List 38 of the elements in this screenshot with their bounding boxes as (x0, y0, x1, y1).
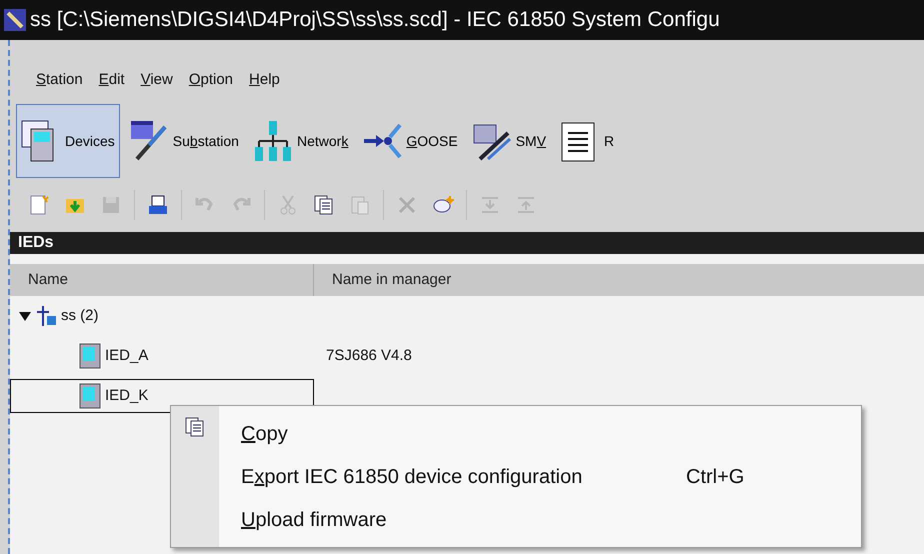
table-cell: 7SJ686 V4.8 (326, 347, 412, 364)
tree-row[interactable]: IED_A (10, 339, 314, 373)
save-icon (100, 194, 122, 216)
menu-item[interactable]: Station (30, 68, 89, 92)
printer-icon (147, 194, 169, 216)
panel-title: IEDs (18, 233, 54, 253)
menu-item[interactable]: View (134, 68, 179, 92)
menu-item[interactable]: Upload firmware (171, 498, 861, 541)
window-title: ss [C:\Siemens\DIGSI4\D4Proj\SS\ss\ss.scd] - IEC 61850 System Configu (30, 7, 720, 34)
move-down-icon (479, 194, 501, 216)
column-header[interactable]: Name (10, 264, 314, 296)
device-icon (79, 383, 101, 409)
menu-item[interactable]: Copy (171, 412, 861, 455)
view-tab[interactable]: R (555, 104, 620, 178)
view-tab[interactable]: Substation (124, 104, 244, 178)
menu-item[interactable]: Export IEC 61850 device configuration Ctrl+G (171, 455, 861, 498)
delete-icon (396, 194, 418, 216)
new-file-icon (28, 194, 50, 216)
tree-label: ss (2) (61, 306, 98, 326)
move-up-icon (515, 194, 537, 216)
view-tab[interactable]: SMV (466, 104, 552, 178)
device-icon (79, 343, 101, 369)
app-icon (4, 9, 26, 31)
menu-item[interactable]: Help (243, 68, 286, 92)
expand-icon[interactable] (19, 310, 31, 322)
column-header[interactable]: Name in manager (314, 264, 924, 296)
copy-icon (184, 416, 206, 438)
network-icon (252, 119, 293, 163)
menu-item[interactable]: Edit (92, 68, 131, 92)
paste-icon (349, 194, 371, 216)
tree-label: IED_A (105, 346, 148, 366)
station-icon (35, 304, 57, 328)
view-tab[interactable]: Devices (16, 104, 120, 178)
view-tab[interactable]: Network (248, 104, 354, 178)
copy-icon (313, 194, 335, 216)
menu-item[interactable]: Option (182, 68, 240, 92)
view-tab[interactable]: GOOSE (357, 104, 463, 178)
tree-label: IED_K (105, 386, 148, 406)
